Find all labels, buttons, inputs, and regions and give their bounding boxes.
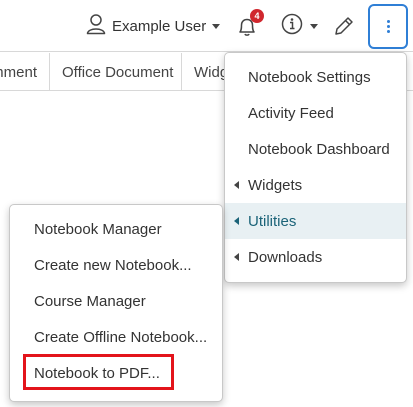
menu-item-label: Notebook Dashboard [248,140,390,158]
chevron-left-icon [234,217,239,225]
notification-count-badge: 4 [250,9,264,23]
top-header: Example User 4 [0,0,413,52]
settings-dropdown-menu: Notebook Settings Activity Feed Notebook… [224,52,407,283]
menu-item-label: Create Offline Notebook... [34,328,208,346]
info-icon [280,12,304,41]
menu-item-create-new-notebook[interactable]: Create new Notebook... [10,247,222,283]
menu-item-downloads[interactable]: Downloads [225,239,406,275]
menu-item-label: Notebook to PDF... [34,364,160,382]
menu-item-label: Activity Feed [248,104,334,122]
menu-item-notebook-settings[interactable]: Notebook Settings [225,59,406,95]
tab-attachment[interactable]: hment [0,53,50,91]
more-options-button[interactable] [368,4,408,49]
chevron-left-icon [234,253,239,261]
help-menu-button[interactable] [280,13,318,39]
menu-item-create-offline-notebook[interactable]: Create Offline Notebook... [10,319,222,355]
bell-icon [232,18,262,45]
vertical-ellipsis-icon [386,20,390,33]
chevron-left-icon [234,181,239,189]
chevron-down-icon [212,23,221,29]
menu-item-notebook-dashboard[interactable]: Notebook Dashboard [225,131,406,167]
menu-item-utilities[interactable]: Utilities [225,203,406,239]
menu-item-label: Course Manager [34,292,146,310]
menu-item-widgets[interactable]: Widgets [225,167,406,203]
menu-item-label: Create new Notebook... [34,256,192,274]
menu-item-course-manager[interactable]: Course Manager [10,283,222,319]
menu-item-label: Utilities [248,212,297,230]
app-window: Example User 4 ment Office Document Widg… [0,0,413,407]
tab-office-document[interactable]: Office Document [50,53,182,91]
menu-item-label: Notebook Settings [248,68,371,86]
menu-item-activity-feed[interactable]: Activity Feed [225,95,406,131]
annotate-button[interactable] [331,13,357,39]
user-icon [86,13,106,40]
chevron-down-icon [310,23,318,29]
menu-item-label: Notebook Manager [34,220,162,238]
menu-item-label: Downloads [248,248,323,266]
menu-item-notebook-manager[interactable]: Notebook Manager [10,211,222,247]
user-menu-button[interactable]: Example User [86,13,221,40]
pen-icon [331,17,357,43]
menu-item-label: Widgets [248,176,303,194]
user-name: Example User [112,17,207,35]
menu-item-notebook-to-pdf[interactable]: Notebook to PDF... [10,355,222,391]
utilities-submenu: Notebook Manager Create new Notebook... … [9,204,223,402]
